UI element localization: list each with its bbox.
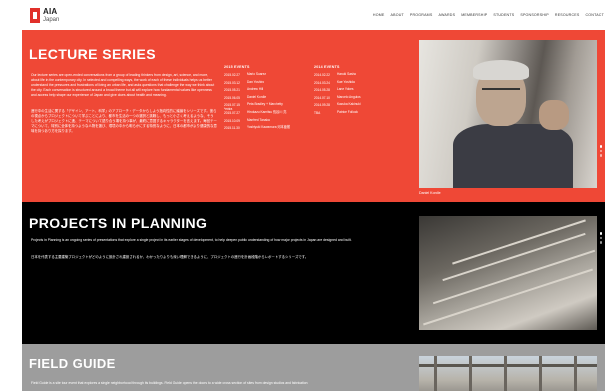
slider-pagination-dots[interactable] [599, 145, 602, 157]
main-nav: HOME ABOUT PROGRAMS AWARDS MEMBERSHIP ST… [373, 13, 604, 17]
slider-dot-icon[interactable] [599, 149, 602, 152]
nav-item-programs[interactable]: PROGRAMS [410, 13, 433, 17]
event-row[interactable]: 2015.11.30 Yoshiyuki Kawamura 河本亜樹 [224, 126, 297, 134]
lecture-description: Our lecture series are open-ended conver… [31, 73, 215, 98]
lecture-description-jp: 進行中の生活に関する「デザイン、アート、科学」のアプローチ・データからしよう指向… [31, 109, 217, 134]
field-guide-section: FIELD GUIDE Field Guide is a site tour e… [22, 344, 605, 391]
nav-item-contact[interactable]: CONTACT [585, 13, 604, 17]
projects-title[interactable]: PROJECTS IN PLANNING [29, 215, 207, 231]
slider-dot-icon[interactable] [599, 145, 602, 148]
nav-item-home[interactable]: HOME [373, 13, 385, 17]
lecture-series-section: LECTURE SERIES Our lecture series are op… [22, 30, 605, 202]
projects-description-jp: 日本を代表する主要建築プロジェクトがどのように設計され建設されるか、わかったりよ… [31, 255, 309, 259]
photo-caption: Daniel Kordle [419, 191, 441, 195]
site-logo[interactable]: AIA Japan [30, 8, 59, 23]
nav-item-awards[interactable]: AWARDS [438, 13, 455, 17]
field-guide-title[interactable]: FIELD GUIDE [29, 356, 116, 371]
slider-dot-icon[interactable] [599, 236, 602, 239]
site-header: AIA Japan HOME ABOUT PROGRAMS AWARDS MEM… [0, 0, 611, 30]
slider-dot-icon[interactable] [599, 232, 602, 235]
field-guide-photo[interactable] [419, 356, 597, 391]
projects-in-planning-section: PROJECTS IN PLANNING Projects in Plannin… [22, 202, 605, 344]
logo-title: AIA [43, 7, 58, 16]
slider-pagination-dots[interactable] [599, 232, 602, 244]
slider-dot-icon[interactable] [599, 241, 602, 244]
nav-item-about[interactable]: ABOUT [391, 13, 404, 17]
events-2014-heading: 2014 EVENTS [314, 65, 340, 69]
field-guide-description: Field Guide is a site tour event that ex… [31, 381, 308, 385]
nav-item-students[interactable]: STUDENTS [493, 13, 514, 17]
events-2014-list: 2014 EVENTS 2014.02.22 Haruki Sasho 2014.… [314, 65, 387, 119]
nav-item-membership[interactable]: MEMBERSHIP [461, 13, 487, 17]
nav-item-resources[interactable]: RESOURCES [555, 13, 580, 17]
logo-subtitle: Japan [43, 17, 60, 23]
events-2015-heading: 2015 EVENTS [224, 65, 250, 69]
projects-description: Projects in Planning is an ongoing serie… [31, 238, 352, 242]
slider-dot-icon[interactable] [599, 154, 602, 157]
event-row[interactable]: TBA Patrice Follock [314, 110, 387, 119]
events-2015-list: 2015 EVENTS 2015.02.27 Mario Suarez 2015.… [224, 65, 297, 134]
lecture-series-title[interactable]: LECTURE SERIES [29, 46, 156, 62]
project-photo[interactable] [419, 216, 597, 330]
lecturer-photo[interactable] [419, 40, 597, 188]
logo-mark-icon [30, 8, 40, 23]
nav-item-sponsorship[interactable]: SPONSORSHIP [520, 13, 549, 17]
